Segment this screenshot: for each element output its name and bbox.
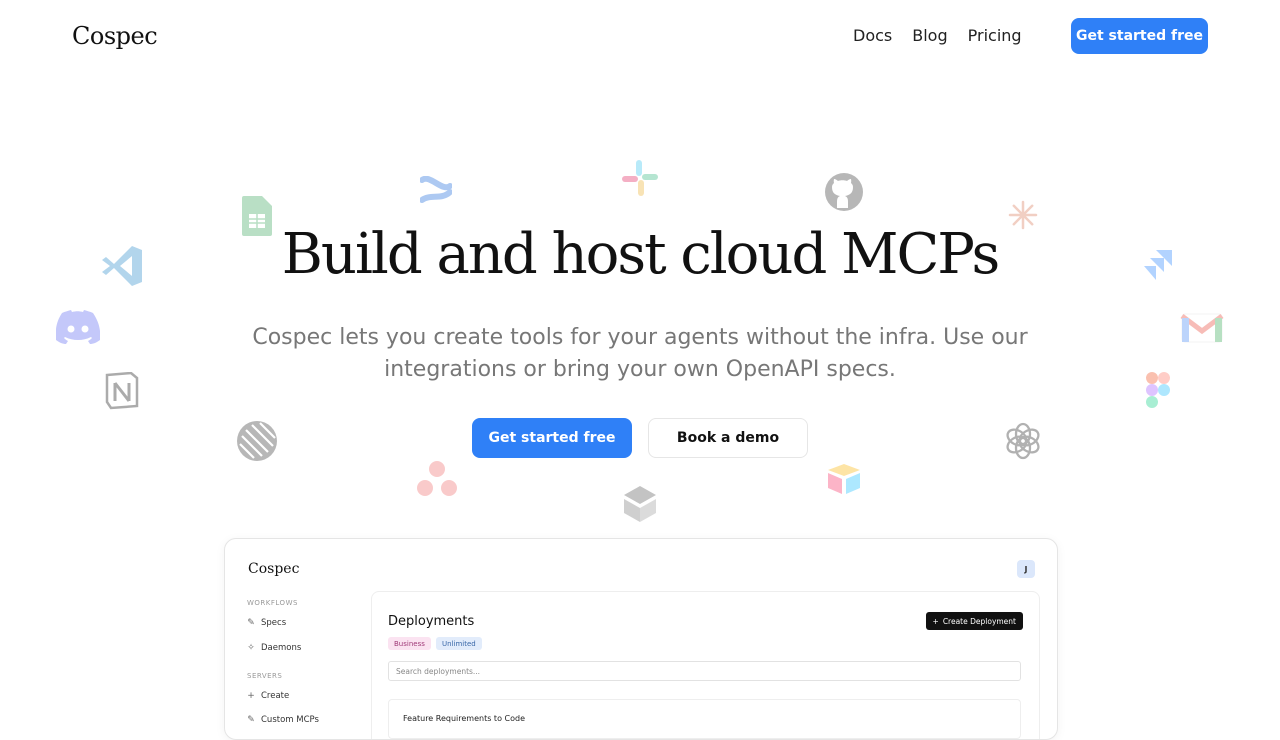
site-logo[interactable]: Cospec (72, 22, 158, 50)
plan-badge: Business (388, 637, 431, 650)
figma-icon (1146, 372, 1170, 408)
avatar[interactable]: J (1017, 560, 1035, 578)
confluence-icon (420, 176, 452, 203)
create-deployment-button[interactable]: + Create Deployment (925, 612, 1023, 630)
search-input[interactable]: Search deployments... (388, 661, 1021, 681)
app-preview: Cospec J WORKFLOWS ✎ Specs ✧ Daemons SER… (224, 538, 1058, 740)
sparkle-icon: ✧ (247, 643, 255, 653)
nav-link-docs[interactable]: Docs (853, 26, 892, 45)
deployments-panel: Deployments Business Unlimited + Create … (371, 591, 1040, 739)
slack-icon (622, 160, 658, 196)
zendesk-icon (624, 486, 656, 522)
hero-subtitle: Cospec lets you create tools for your ag… (252, 325, 1028, 382)
sidebar-item-specs[interactable]: ✎ Specs (247, 618, 286, 628)
plus-icon: + (932, 616, 939, 626)
openai-icon (1006, 422, 1040, 460)
sidebar-item-daemons[interactable]: ✧ Daemons (247, 643, 301, 653)
gmail-icon (1180, 313, 1224, 343)
airtable-icon (828, 464, 860, 494)
hero-get-started-button[interactable]: Get started free (472, 418, 632, 458)
book-demo-button[interactable]: Book a demo (648, 418, 808, 458)
top-nav: Docs Blog Pricing (853, 26, 1042, 45)
sidebar-section-servers: SERVERS (247, 672, 283, 680)
limit-badge: Unlimited (436, 637, 482, 650)
deployment-title: Feature Requirements to Code (403, 714, 525, 723)
sidebar-item-label: Daemons (261, 643, 302, 653)
plus-icon: + (247, 691, 255, 701)
sidebar-item-label: Create (261, 691, 290, 701)
pencil-icon: ✎ (247, 618, 255, 628)
list-item[interactable]: Feature Requirements to Code (388, 699, 1021, 739)
nav-get-started-button[interactable]: Get started free (1071, 18, 1208, 54)
discord-icon (56, 310, 100, 344)
github-icon (825, 173, 863, 211)
nav-link-pricing[interactable]: Pricing (968, 26, 1022, 45)
asana-icon (417, 461, 457, 496)
nav-link-blog[interactable]: Blog (912, 26, 947, 45)
create-deployment-label: Create Deployment (942, 616, 1016, 626)
linear-icon (237, 421, 277, 461)
sidebar-item-custom-mcps[interactable]: ✎ Custom MCPs (247, 715, 319, 725)
sidebar-item-label: Specs (261, 618, 287, 628)
preview-logo: Cospec (248, 561, 300, 577)
sidebar-item-label: Custom MCPs (261, 715, 319, 725)
pencil-icon: ✎ (247, 715, 255, 725)
sidebar-section-workflows: WORKFLOWS (247, 599, 298, 607)
notion-icon (105, 372, 139, 410)
hero-title: Build and host cloud MCPs (281, 222, 1000, 287)
page-title: Deployments (388, 614, 475, 629)
sidebar-item-create[interactable]: + Create (247, 691, 289, 701)
